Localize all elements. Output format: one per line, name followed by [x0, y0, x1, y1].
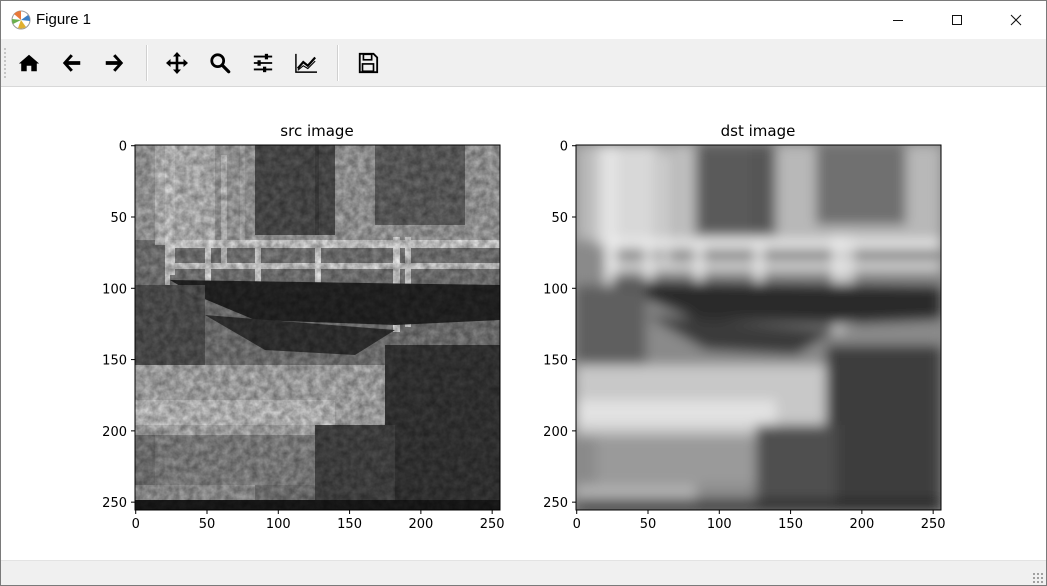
dst-x-axis: 0 50 100 150 200 250	[573, 510, 946, 532]
x-tick-label: 0	[573, 517, 581, 532]
y-tick-label: 50	[110, 211, 127, 226]
resize-grip-icon[interactable]	[1032, 572, 1044, 584]
forward-button[interactable]	[98, 47, 130, 79]
toolbar-grip[interactable]	[4, 47, 6, 79]
maximize-button[interactable]	[934, 1, 980, 39]
dst-image	[576, 145, 941, 510]
customize-icon	[295, 53, 317, 73]
y-tick-label: 200	[543, 425, 568, 440]
configure-subplots-button[interactable]	[247, 47, 279, 79]
y-tick-label: 250	[102, 496, 127, 511]
dst-axes: dst image 0 50 100 150 200 250 0 50 100 150 200 25…	[543, 122, 945, 532]
home-button[interactable]	[13, 47, 45, 79]
back-button[interactable]	[56, 47, 88, 79]
toolbar-separator	[146, 45, 148, 81]
minimize-button[interactable]	[875, 1, 921, 39]
y-tick-label: 150	[102, 354, 127, 369]
y-tick-label: 100	[543, 282, 568, 297]
y-tick-label: 250	[543, 496, 568, 511]
x-tick-label: 50	[199, 517, 216, 532]
pan-icon	[166, 52, 188, 74]
zoom-button[interactable]	[204, 47, 236, 79]
y-tick-label: 0	[119, 140, 127, 155]
x-tick-label: 200	[408, 517, 433, 532]
y-tick-label: 150	[543, 354, 568, 369]
x-tick-label: 50	[640, 517, 657, 532]
save-icon	[358, 52, 379, 74]
maximize-icon	[952, 15, 962, 25]
matplotlib-app-icon	[11, 10, 31, 30]
navigation-toolbar	[1, 39, 1046, 86]
home-icon	[18, 54, 40, 72]
src-axes: src image 0 50 100 150 200 250 0 50 100 150 200 25…	[102, 122, 504, 532]
dst-y-axis: 0 50 100 150 200 250	[543, 140, 576, 511]
src-x-axis: 0 50 100 150 200 250	[132, 510, 505, 532]
save-button[interactable]	[352, 47, 384, 79]
back-arrow-icon	[62, 54, 81, 72]
configure-subplots-icon	[253, 53, 273, 73]
forward-arrow-icon	[105, 54, 124, 72]
src-y-axis: 0 50 100 150 200 250	[102, 140, 135, 511]
x-tick-label: 250	[480, 517, 505, 532]
zoom-icon	[210, 53, 231, 74]
customize-button[interactable]	[290, 47, 322, 79]
dst-axes-title: dst image	[721, 122, 796, 140]
window-title: Figure 1	[36, 11, 92, 28]
x-tick-label: 250	[921, 517, 946, 532]
pan-button[interactable]	[161, 47, 193, 79]
x-tick-label: 0	[132, 517, 140, 532]
y-tick-label: 0	[560, 140, 568, 155]
close-icon	[1010, 14, 1022, 26]
x-tick-label: 150	[778, 517, 803, 532]
figure-canvas[interactable]: src image 0 50 100 150 200 250 0 50 100 150 200 25…	[1, 87, 1046, 560]
src-image	[135, 145, 500, 510]
y-tick-label: 100	[102, 282, 127, 297]
src-axes-title: src image	[280, 122, 353, 140]
y-tick-label: 200	[102, 425, 127, 440]
figure-window: Figure 1 src image 0 50 100 150 200 250 …	[0, 0, 1047, 586]
x-tick-label: 100	[266, 517, 291, 532]
minimize-icon	[893, 20, 903, 21]
toolbar-separator	[337, 45, 339, 81]
x-tick-label: 200	[849, 517, 874, 532]
x-tick-label: 150	[337, 517, 362, 532]
close-button[interactable]	[993, 1, 1039, 39]
title-bar[interactable]: Figure 1	[1, 1, 1046, 39]
x-tick-label: 100	[707, 517, 732, 532]
figure-svg: src image 0 50 100 150 200 250 0 50 100 150 200 25…	[102, 122, 945, 532]
y-tick-label: 50	[551, 211, 568, 226]
status-bar	[1, 560, 1046, 585]
